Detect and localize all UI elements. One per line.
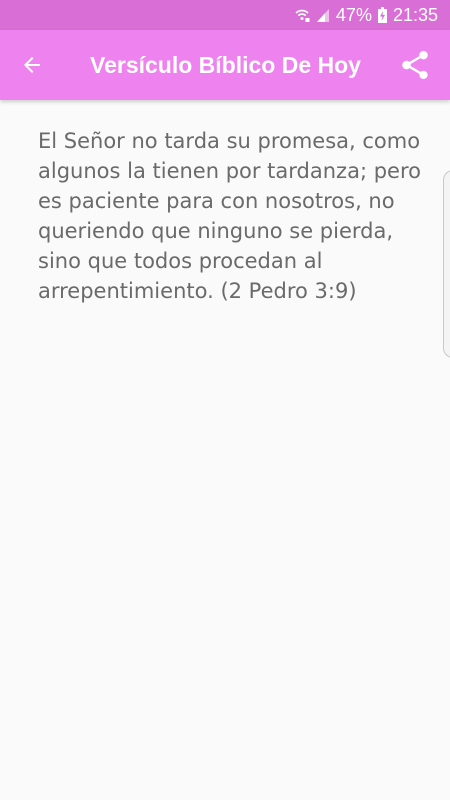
clock: 21:35 bbox=[392, 4, 438, 25]
share-icon bbox=[402, 50, 428, 80]
share-button[interactable] bbox=[392, 41, 438, 89]
app-bar: Versículo Bíblico De Hoy bbox=[0, 30, 450, 100]
signal-icon bbox=[316, 7, 330, 23]
wifi-icon bbox=[294, 7, 310, 23]
back-button[interactable] bbox=[10, 41, 54, 89]
status-icons: 47% 21:35 bbox=[294, 4, 438, 26]
battery-charging-icon bbox=[377, 7, 387, 23]
verse-text: El Señor no tarda su promesa, como algun… bbox=[38, 129, 421, 303]
edge-panel-handle[interactable] bbox=[443, 170, 450, 358]
battery-percentage: 47% bbox=[335, 4, 372, 25]
app-title: Versículo Bíblico De Hoy bbox=[90, 52, 361, 78]
verse-container: El Señor no tarda su promesa, como algun… bbox=[38, 126, 423, 306]
status-bar: 47% 21:35 bbox=[0, 0, 450, 30]
arrow-back-icon bbox=[24, 57, 40, 73]
